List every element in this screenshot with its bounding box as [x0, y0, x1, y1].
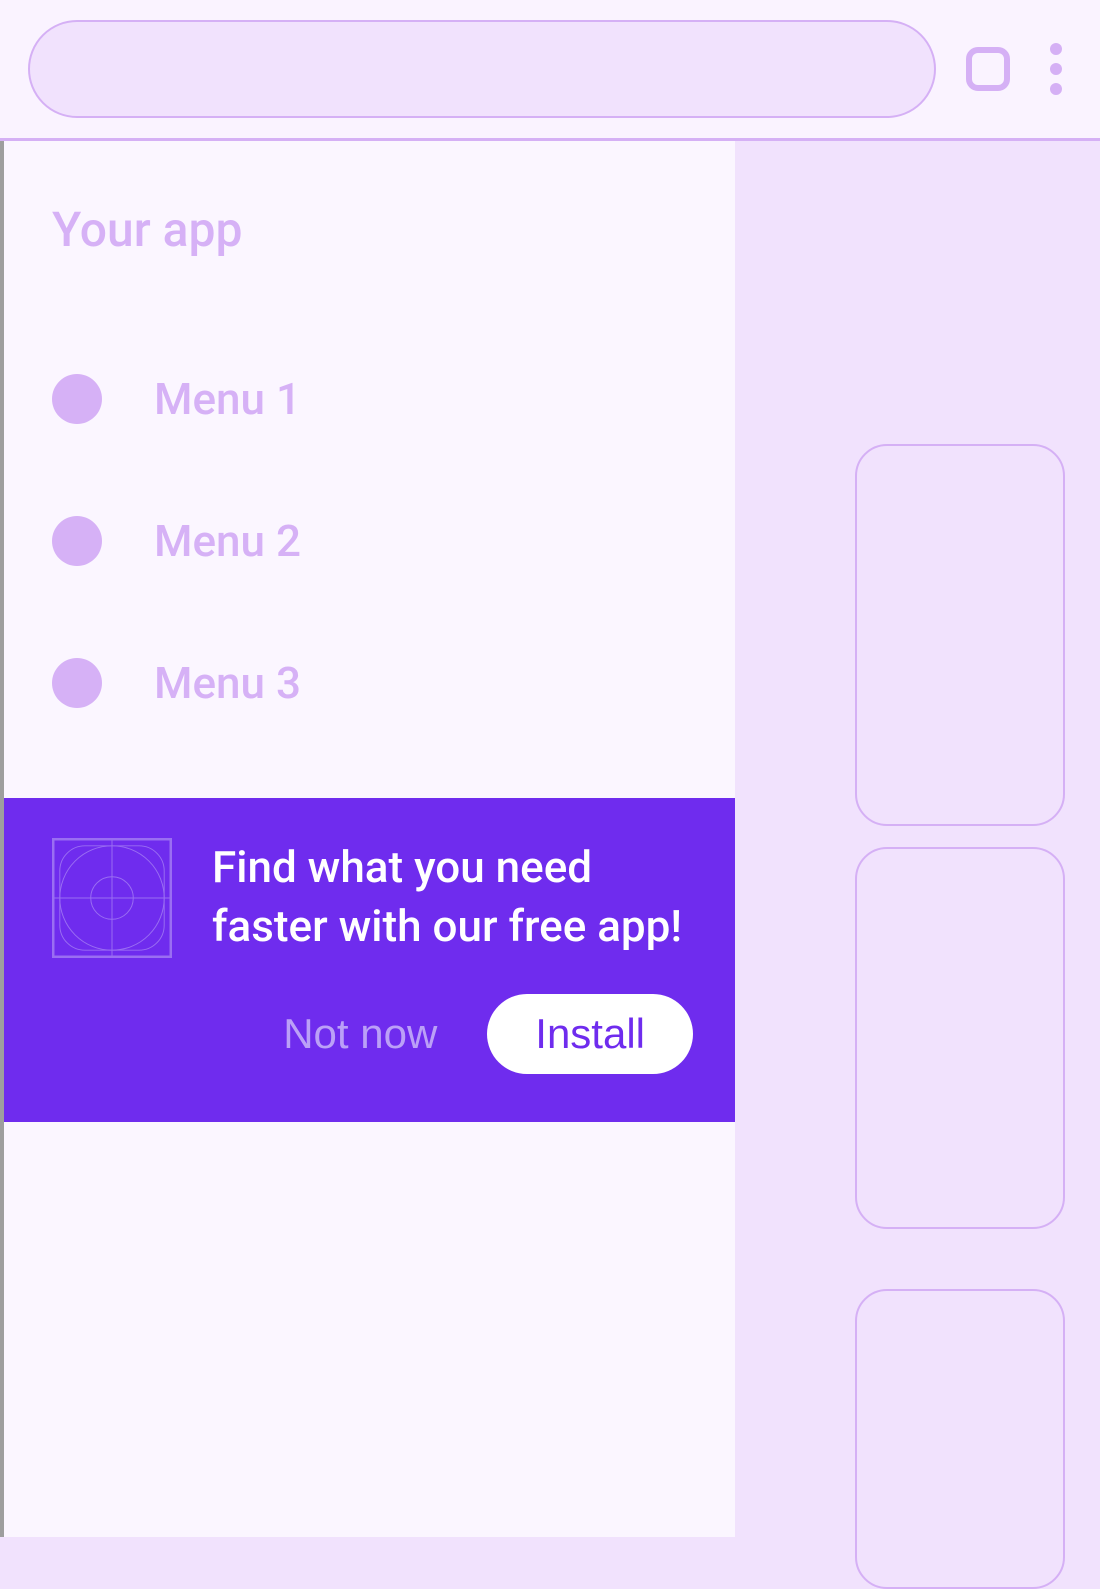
menu-item-2[interactable]: Menu 2 [4, 470, 735, 612]
menu-item-3[interactable]: Menu 3 [4, 612, 735, 754]
menu-label: Menu 2 [154, 515, 301, 567]
menu-icon [52, 374, 102, 424]
navigation-drawer: Your app Menu 1 Menu 2 Menu 3 [4, 141, 735, 1537]
app-template-icon [52, 838, 172, 958]
install-button[interactable]: Install [487, 994, 693, 1074]
content-area: Your app Menu 1 Menu 2 Menu 3 [0, 141, 1100, 1537]
menu-list: Menu 1 Menu 2 Menu 3 [4, 298, 735, 784]
banner-text: Find what you need faster with our free … [212, 838, 693, 957]
menu-icon [52, 516, 102, 566]
not-now-button[interactable]: Not now [283, 1010, 437, 1058]
url-bar[interactable] [28, 20, 936, 118]
browser-top-bar [0, 0, 1100, 141]
install-banner: Find what you need faster with our free … [4, 798, 735, 1122]
menu-item-1[interactable]: Menu 1 [4, 328, 735, 470]
drawer-title: Your app [4, 141, 735, 298]
menu-icon [52, 658, 102, 708]
menu-label: Menu 1 [154, 373, 301, 425]
overflow-menu-icon[interactable] [1040, 43, 1072, 95]
tabs-icon[interactable] [966, 47, 1010, 91]
menu-label: Menu 3 [154, 657, 301, 709]
background-card [855, 444, 1065, 826]
background-card [855, 1289, 1065, 1589]
background-card [855, 847, 1065, 1229]
